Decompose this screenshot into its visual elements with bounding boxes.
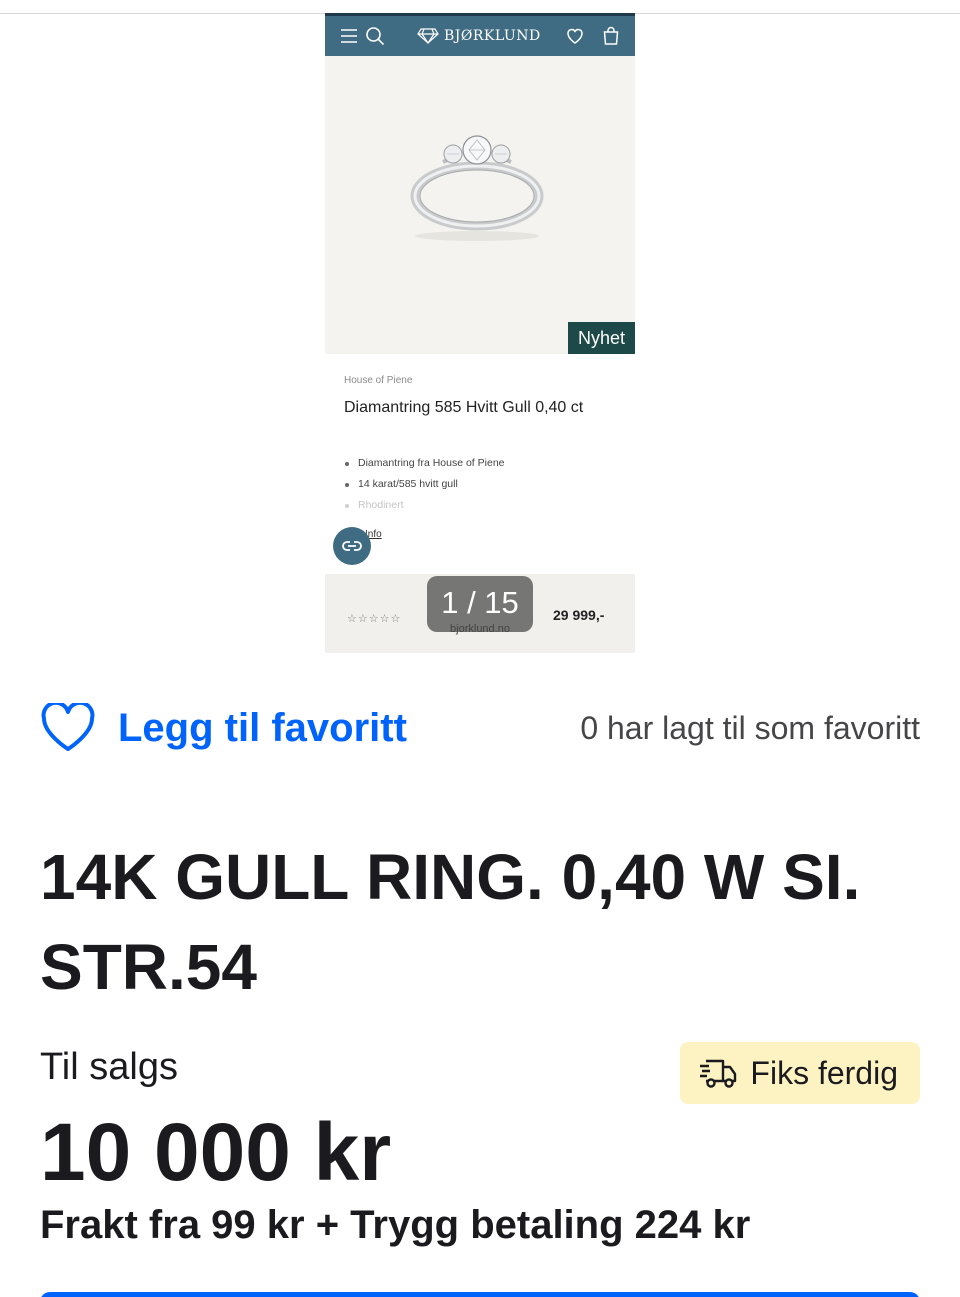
menu-icon (341, 29, 357, 43)
price-bar: ☆☆☆☆☆ 29 999,- 1 / 15 bjorklund.no (325, 574, 635, 653)
store-price: 29 999,- (553, 607, 605, 623)
product-name: Diamantring 585 Hvitt Gull 0,40 ct (344, 399, 584, 416)
rating-stars: ☆☆☆☆☆ (347, 612, 402, 625)
listing-title: 14K GULL RING. 0,40 W SI. STR.54 (40, 841, 861, 1003)
listing-price: 10 000 kr (40, 1107, 392, 1198)
ring-image (410, 135, 544, 241)
search-icon (366, 27, 385, 46)
new-badge: Nyhet (567, 322, 635, 354)
store-name: BJØRKLUND (444, 28, 541, 44)
product-brand: House of Piene (344, 375, 413, 386)
listing-status: Til salgs (40, 1046, 178, 1088)
wishlist-heart-icon (567, 28, 583, 44)
bullet-item: 14 karat/585 hvitt gull (344, 478, 505, 499)
store-navbar: BJØRKLUND (325, 13, 635, 56)
shipping-badge: Fiks ferdig (680, 1042, 920, 1104)
add-favorite-label: Legg til favoritt (118, 705, 407, 750)
product-image-screenshot[interactable]: BJØRKLUND Nyhet House of Piene Diamantri… (325, 13, 635, 653)
bullet-item: Rhodinert (344, 499, 505, 520)
add-favorite-button[interactable]: Legg til favoritt (40, 700, 407, 756)
product-bullets: Diamantring fra House of Piene 14 karat/… (344, 457, 505, 520)
image-source: bjorklund.no (450, 623, 510, 635)
diamond-logo-icon (417, 28, 439, 44)
shipping-info: Frakt fra 99 kr + Trygg betaling 224 kr (40, 1203, 751, 1247)
bullet-item: Diamantring fra House of Piene (344, 457, 505, 478)
store-logo: BJØRKLUND (417, 24, 541, 48)
copy-link-button[interactable] (333, 527, 371, 565)
delivery-truck-icon (700, 1059, 737, 1088)
shipping-badge-label: Fiks ferdig (750, 1054, 898, 1091)
link-icon (342, 541, 362, 551)
heart-icon (41, 703, 95, 751)
product-hero: Nyhet (325, 56, 635, 354)
favorite-count: 0 har lagt til som favoritt (580, 710, 920, 746)
primary-action-button[interactable] (40, 1292, 920, 1297)
shopping-bag-icon (603, 26, 619, 45)
